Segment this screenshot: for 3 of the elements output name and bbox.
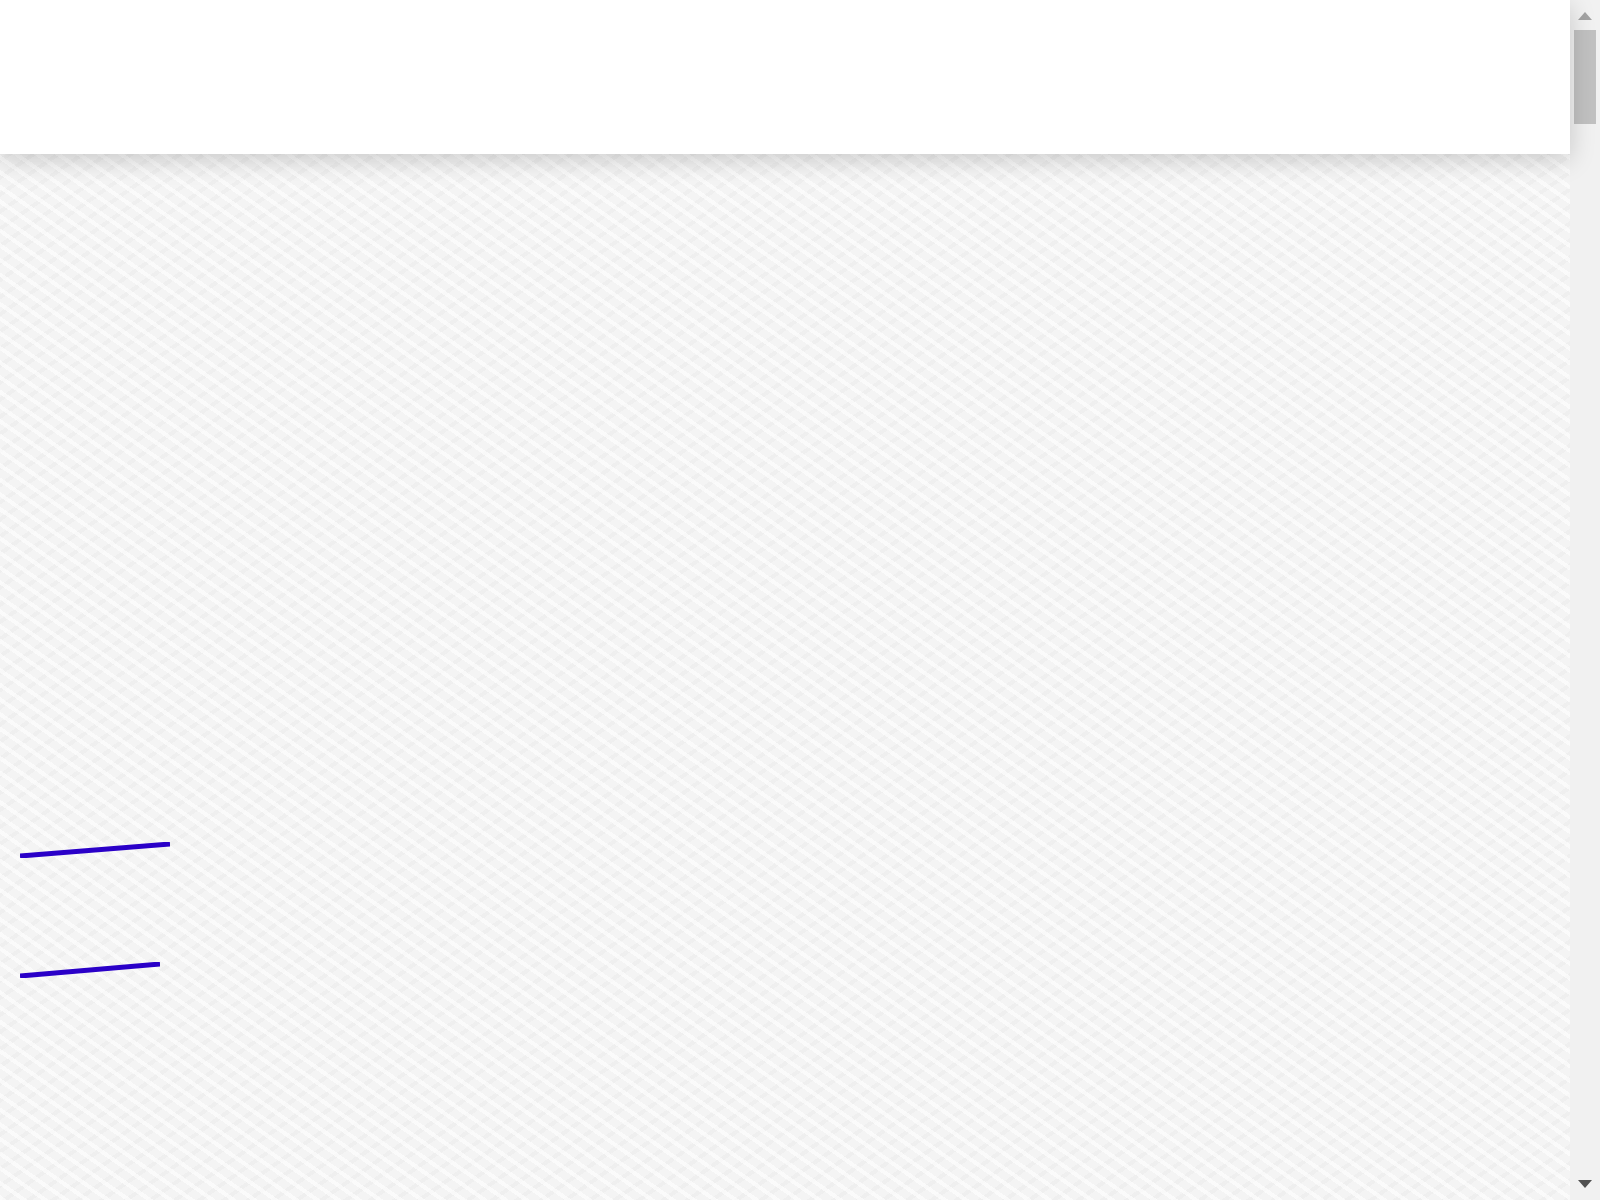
scrollbar[interactable]: [1570, 0, 1600, 1200]
scroll-thumb[interactable]: [1574, 30, 1596, 124]
underline-stroke: [20, 962, 160, 978]
